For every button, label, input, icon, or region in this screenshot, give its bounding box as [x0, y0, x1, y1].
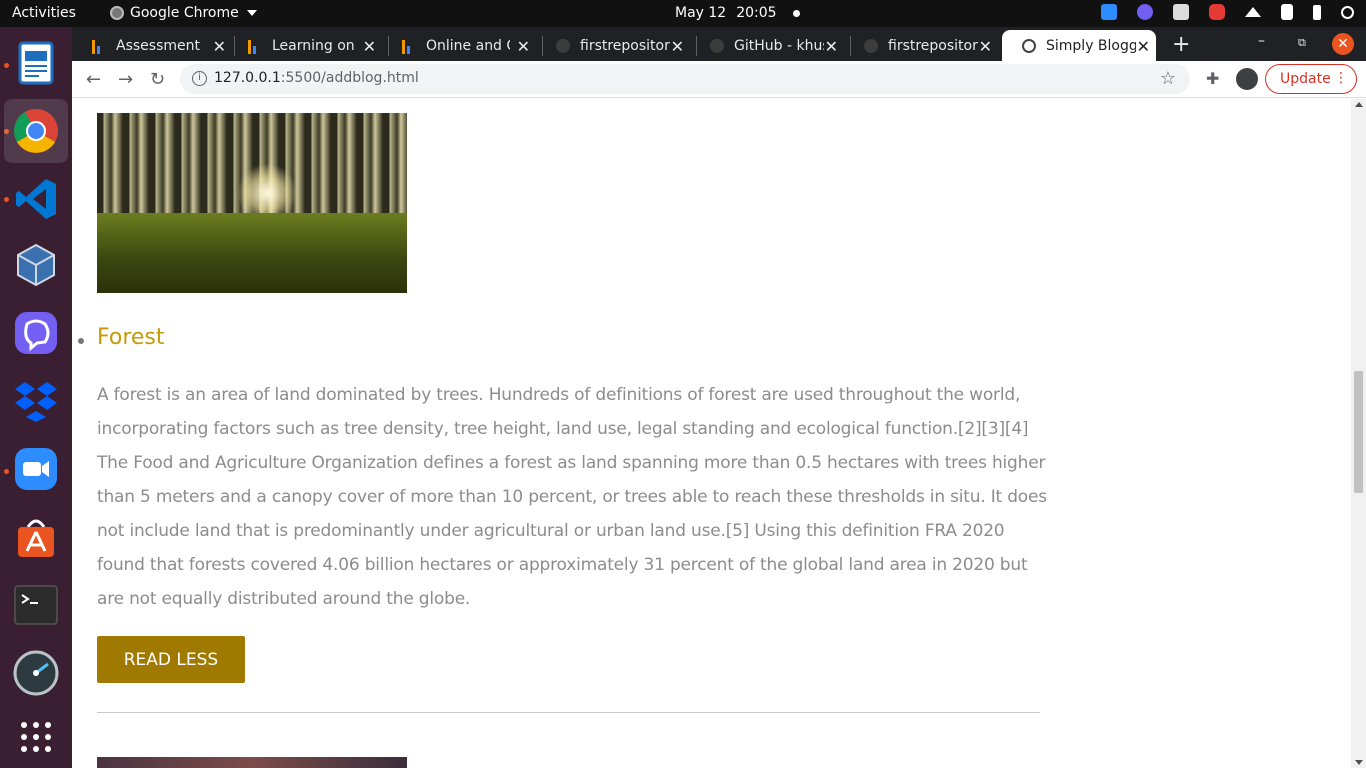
post-title: Forest: [97, 325, 165, 350]
minimize-icon[interactable]: –: [1258, 33, 1265, 49]
tab-firstrepository-2[interactable]: firstrepositor ✕: [844, 30, 998, 61]
close-icon[interactable]: ✕: [979, 37, 992, 56]
page-scrollbar[interactable]: [1351, 99, 1366, 768]
tab-title: firstrepositor: [580, 37, 670, 54]
viber-icon[interactable]: [12, 309, 60, 357]
forest-floor: [97, 213, 407, 293]
volume-icon[interactable]: [1281, 4, 1293, 20]
wifi-icon[interactable]: [1245, 7, 1261, 17]
clock-date: May 12: [675, 5, 727, 21]
close-icon[interactable]: ✕: [825, 37, 838, 56]
github-favicon-icon: [864, 38, 878, 53]
scroll-thumb[interactable]: [1354, 371, 1363, 493]
post-body: A forest is an area of land dominated by…: [97, 385, 1047, 609]
update-label: Update: [1280, 71, 1331, 87]
tab-online[interactable]: Online and Cl ✕: [382, 30, 536, 61]
dropbox-tray-icon[interactable]: [1173, 4, 1189, 20]
forest-image: [97, 113, 407, 293]
list-bullet: [78, 338, 84, 344]
analytics-favicon-icon: [402, 38, 416, 54]
tab-firstrepository-1[interactable]: firstrepositor ✕: [536, 30, 690, 61]
chrome-icon[interactable]: [4, 99, 68, 163]
battery-icon[interactable]: [1313, 4, 1321, 20]
tab-simply-blogger[interactable]: Simply Blogg ✕: [1002, 30, 1156, 61]
tab-title: Online and Cl: [426, 37, 510, 54]
url-text[interactable]: 127.0.0.1:5500/addblog.html: [214, 70, 419, 86]
window-close-icon[interactable]: ✕: [1332, 33, 1354, 55]
zoom-tray-icon[interactable]: [1101, 4, 1117, 20]
bookmark-star-icon[interactable]: ☆: [1160, 68, 1176, 89]
vscode-icon[interactable]: [12, 175, 60, 223]
chrome-window: Assessment ✕ Learning on S ✕ Online and …: [72, 27, 1366, 768]
tab-strip: Assessment ✕ Learning on S ✕ Online and …: [72, 27, 1366, 61]
reload-icon[interactable]: ↻: [150, 69, 165, 90]
chevron-down-icon: [246, 10, 257, 16]
running-indicator-icon: [4, 469, 9, 474]
app-menu[interactable]: Google Chrome: [110, 5, 257, 21]
tab-title: firstrepositor: [888, 37, 978, 54]
read-less-button[interactable]: READ LESS: [97, 636, 245, 683]
analytics-favicon-icon: [92, 38, 106, 54]
terminal-icon[interactable]: [12, 581, 60, 629]
show-apps-icon[interactable]: [12, 713, 60, 761]
post-divider: [97, 712, 1040, 713]
browser-toolbar: ← → ↻ i 127.0.0.1:5500/addblog.html ☆ ✚ …: [72, 61, 1366, 98]
update-button[interactable]: Update ⋮: [1265, 64, 1357, 94]
chrome-mini-icon: [110, 6, 124, 20]
new-tab-icon[interactable]: +: [1172, 32, 1190, 57]
recorder-tray-icon[interactable]: [1209, 4, 1225, 20]
tab-learning[interactable]: Learning on S ✕: [228, 30, 382, 61]
url-host: 127.0.0.1: [214, 70, 281, 86]
kebab-menu-icon[interactable]: ⋮: [1334, 70, 1348, 86]
virtualbox-icon[interactable]: [12, 241, 60, 289]
close-icon[interactable]: ✕: [213, 37, 226, 56]
close-icon[interactable]: ✕: [363, 37, 376, 56]
tab-title: Learning on S: [272, 37, 356, 54]
close-icon[interactable]: ✕: [1137, 37, 1150, 56]
globe-favicon-icon: [1022, 38, 1036, 53]
restore-icon[interactable]: ⧉: [1298, 36, 1306, 50]
close-icon[interactable]: ✕: [517, 37, 530, 56]
scroll-up-icon[interactable]: [1355, 102, 1363, 107]
dock: [0, 27, 72, 768]
tab-title: Assessment: [116, 37, 200, 54]
address-bar[interactable]: i 127.0.0.1:5500/addblog.html ☆: [180, 64, 1190, 94]
power-icon[interactable]: [1341, 5, 1354, 19]
forward-arrow-icon[interactable]: →: [118, 69, 133, 90]
tab-title: Simply Blogg: [1046, 37, 1136, 54]
notification-dot-icon: [792, 9, 800, 17]
system-monitor-icon[interactable]: [12, 649, 60, 697]
github-favicon-icon: [710, 38, 724, 53]
extensions-puzzle-icon[interactable]: ✚: [1206, 69, 1219, 88]
clock-time: 20:05: [736, 5, 777, 21]
site-info-icon[interactable]: i: [192, 71, 207, 86]
tab-title: GitHub - khus: [734, 37, 824, 54]
scroll-down-icon[interactable]: [1355, 760, 1363, 765]
clock[interactable]: May 12 20:05: [675, 5, 800, 21]
system-top-bar: Activities Google Chrome May 12 20:05: [0, 0, 1366, 27]
next-post-image: [97, 757, 407, 768]
analytics-favicon-icon: [248, 38, 262, 54]
tab-assessment[interactable]: Assessment ✕: [72, 30, 232, 61]
close-icon[interactable]: ✕: [671, 37, 684, 56]
activities-button[interactable]: Activities: [12, 5, 76, 21]
app-menu-label: Google Chrome: [130, 5, 239, 21]
profile-avatar-icon[interactable]: [1236, 68, 1258, 90]
running-indicator-icon: [4, 197, 9, 202]
back-arrow-icon[interactable]: ←: [86, 69, 101, 90]
libreoffice-writer-icon[interactable]: [12, 39, 60, 87]
dropbox-icon[interactable]: [12, 377, 60, 425]
system-tray[interactable]: [1101, 4, 1354, 20]
software-center-icon[interactable]: [12, 513, 60, 561]
url-path: :5500/addblog.html: [280, 70, 419, 86]
page-viewport: Forest A forest is an area of land domin…: [72, 99, 1351, 768]
running-indicator-icon: [4, 63, 9, 68]
github-favicon-icon: [556, 38, 570, 53]
viber-tray-icon[interactable]: [1137, 4, 1153, 20]
tab-github[interactable]: GitHub - khus ✕: [690, 30, 844, 61]
zoom-icon[interactable]: [12, 445, 60, 493]
